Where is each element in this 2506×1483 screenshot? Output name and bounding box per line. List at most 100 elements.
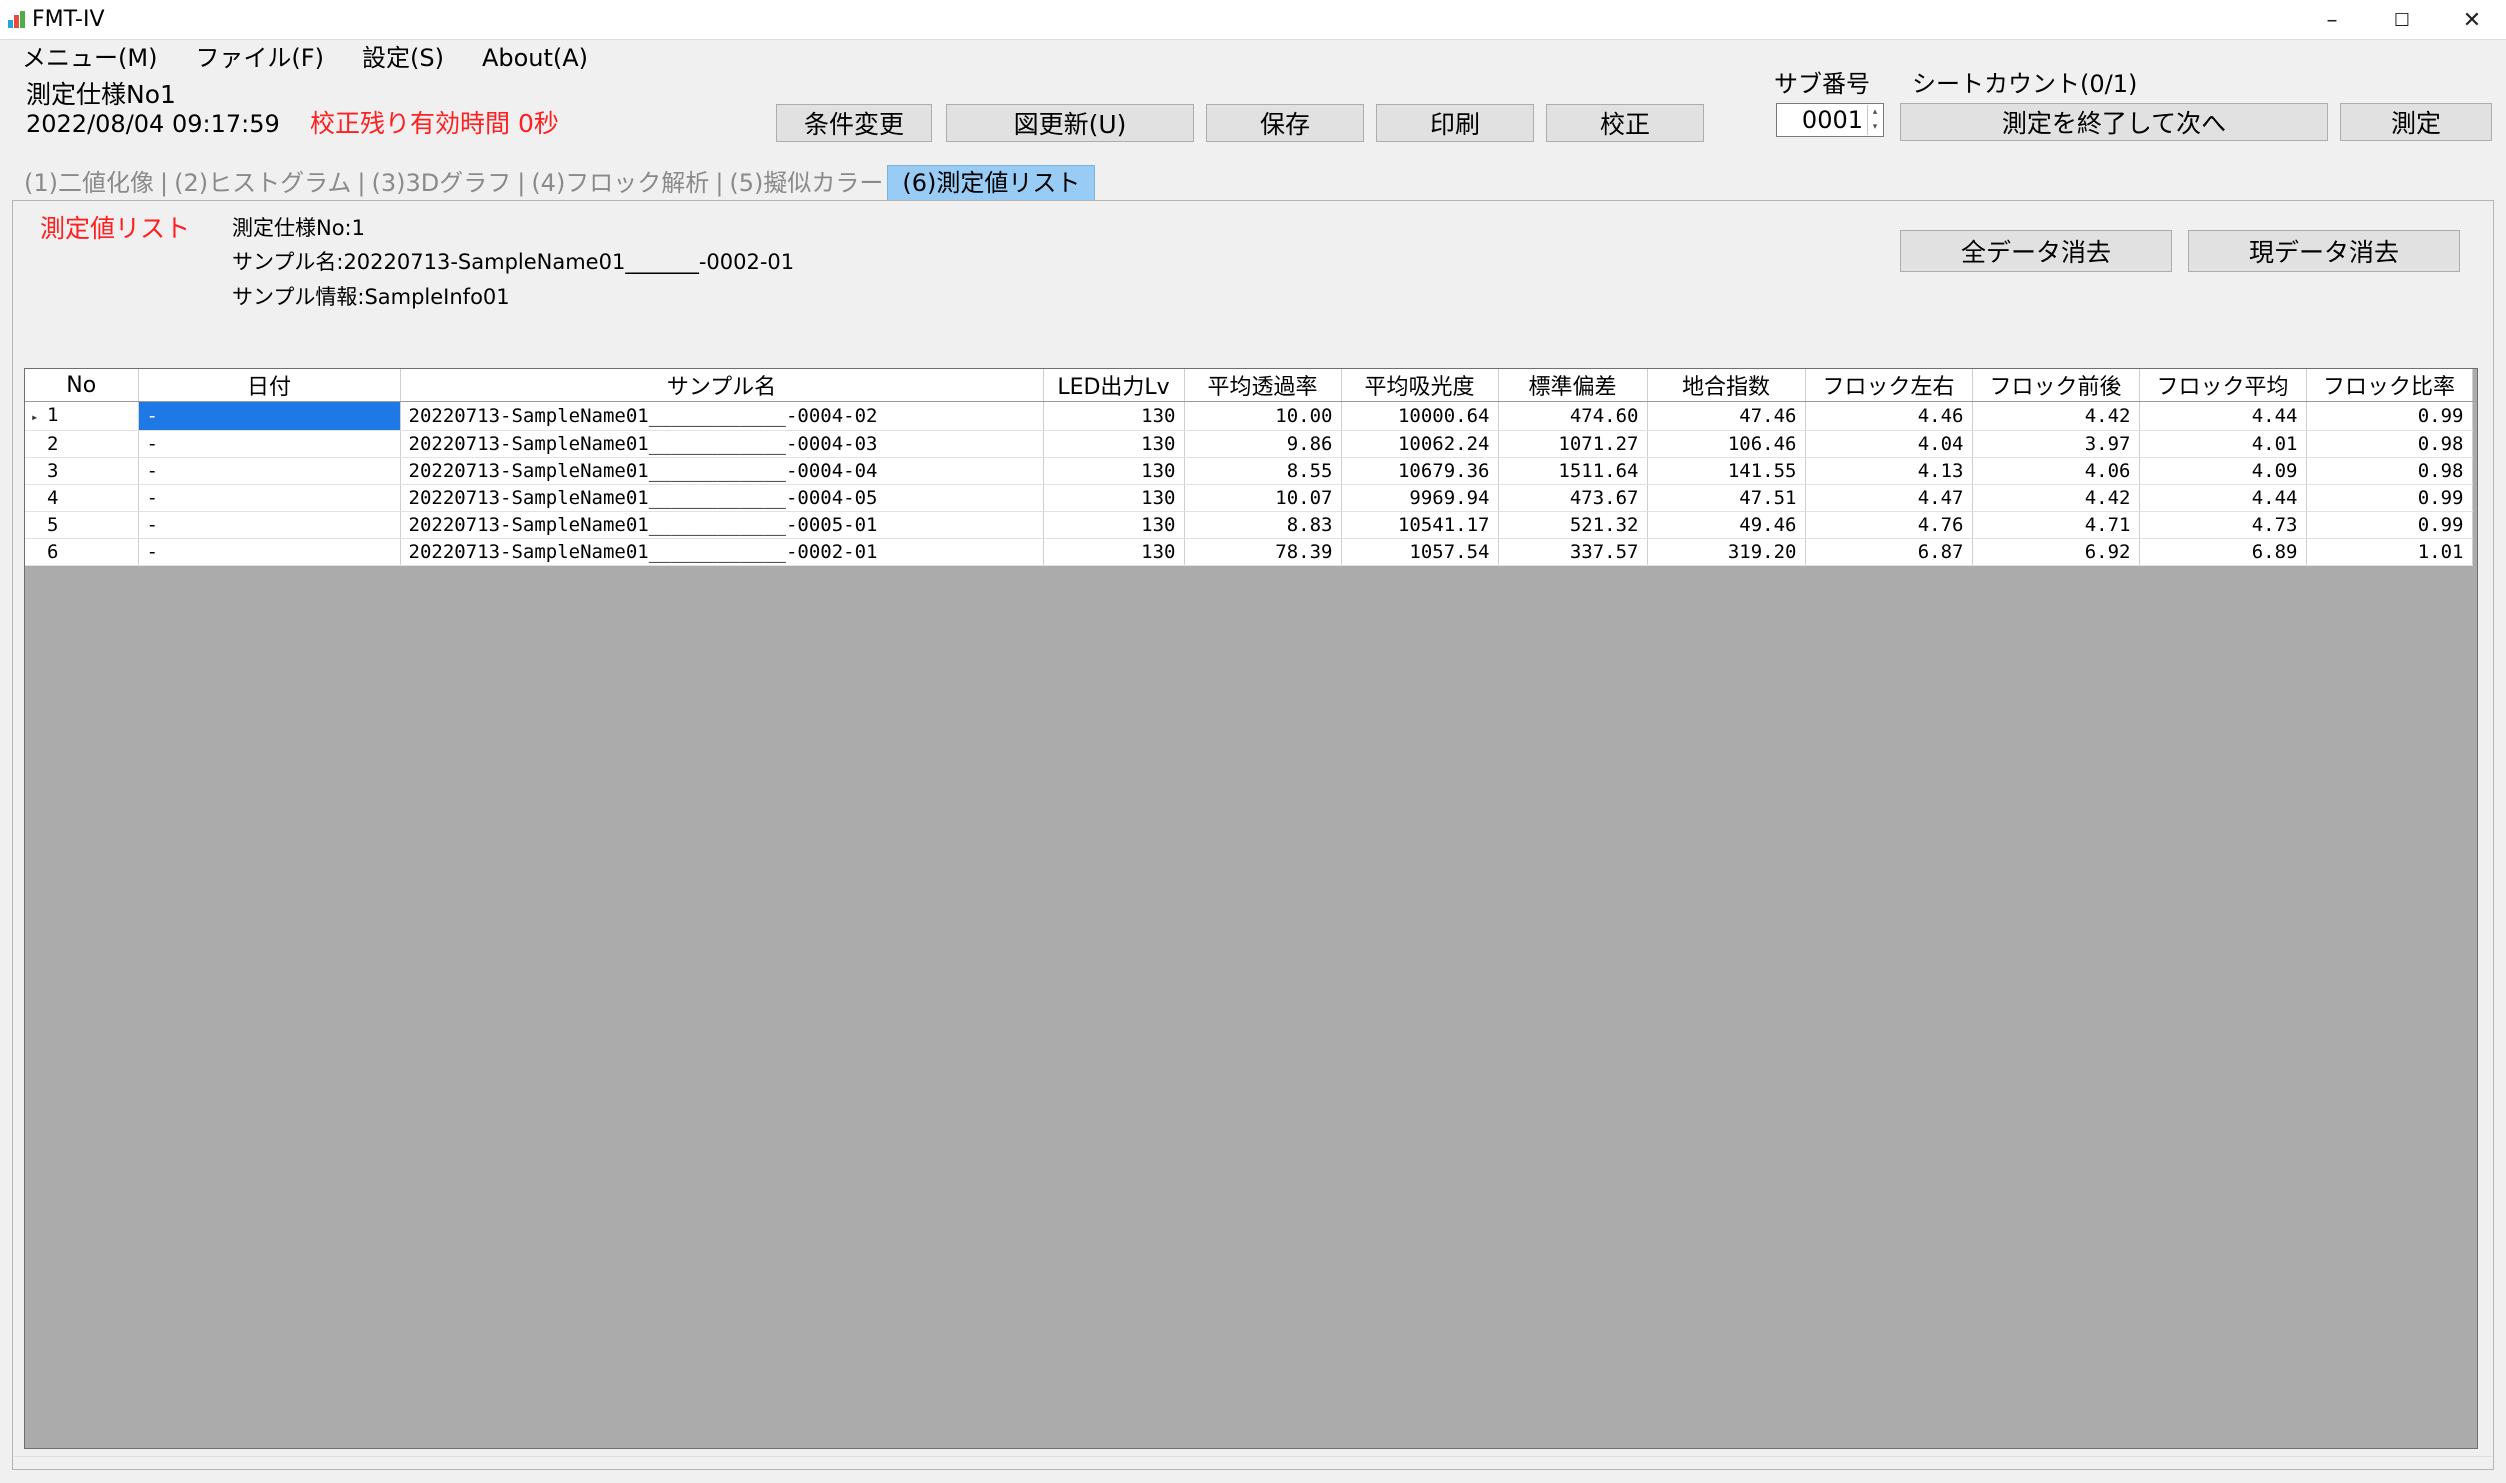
table-cell[interactable]: 20220713-SampleName01____________-0005-0… — [400, 511, 1044, 539]
minimize-icon[interactable]: – — [2298, 0, 2366, 40]
column-header[interactable]: 地合指数 — [1647, 369, 1806, 402]
table-cell[interactable]: 4.47 — [1805, 484, 1973, 512]
table-cell[interactable]: 4 — [25, 484, 139, 512]
maximize-icon[interactable]: ☐ — [2368, 0, 2436, 40]
table-cell[interactable]: 0.99 — [2306, 484, 2473, 512]
table-cell[interactable]: 130 — [1043, 401, 1185, 431]
column-header[interactable]: フロック左右 — [1805, 369, 1973, 402]
table-cell[interactable]: 3 — [25, 457, 139, 485]
table-cell[interactable]: - — [138, 430, 401, 458]
table-cell[interactable]: 10679.36 — [1341, 457, 1499, 485]
spin-arrows-icon[interactable]: ▴ ▾ — [1867, 105, 1882, 135]
table-cell[interactable]: 10062.24 — [1341, 430, 1499, 458]
table-cell[interactable]: 0.98 — [2306, 457, 2473, 485]
table-cell[interactable]: 20220713-SampleName01____________-0004-0… — [400, 430, 1044, 458]
column-header[interactable]: 平均透過率 — [1184, 369, 1342, 402]
table-cell[interactable]: - — [138, 457, 401, 485]
table-cell[interactable]: 4.42 — [1972, 484, 2140, 512]
table-cell[interactable]: 4.13 — [1805, 457, 1973, 485]
tab-measurement-list[interactable]: (6)測定値リスト — [887, 165, 1096, 200]
tab-pseudo-color[interactable]: (5)擬似カラー — [725, 166, 887, 200]
column-header[interactable]: フロック前後 — [1972, 369, 2140, 402]
table-cell[interactable]: - — [138, 511, 401, 539]
table-cell[interactable]: - — [138, 401, 401, 431]
table-cell[interactable]: ▸ 1 — [25, 401, 139, 431]
column-header[interactable]: フロック平均 — [2139, 369, 2307, 402]
update-figure-button[interactable]: 図更新(U) — [946, 104, 1194, 142]
table-cell[interactable]: 4.44 — [2139, 484, 2307, 512]
table-cell[interactable]: 9.86 — [1184, 430, 1342, 458]
table-cell[interactable]: 319.20 — [1647, 538, 1806, 566]
table-cell[interactable]: 106.46 — [1647, 430, 1806, 458]
table-cell[interactable]: 4.06 — [1972, 457, 2140, 485]
table-cell[interactable]: 130 — [1043, 511, 1185, 539]
table-cell[interactable]: 4.09 — [2139, 457, 2307, 485]
tab-3d-graph[interactable]: (3)3Dグラフ — [367, 166, 515, 200]
column-header[interactable]: 標準偏差 — [1498, 369, 1648, 402]
table-cell[interactable]: 4.76 — [1805, 511, 1973, 539]
column-header[interactable]: No — [25, 369, 139, 402]
column-header[interactable]: 日付 — [138, 369, 401, 402]
table-cell[interactable]: 473.67 — [1498, 484, 1648, 512]
table-cell[interactable]: - — [138, 538, 401, 566]
tab-histogram[interactable]: (2)ヒストグラム — [170, 166, 355, 200]
table-cell[interactable]: 1057.54 — [1341, 538, 1499, 566]
column-header[interactable]: フロック比率 — [2306, 369, 2473, 402]
table-cell[interactable]: 47.51 — [1647, 484, 1806, 512]
tab-floc-analysis[interactable]: (4)フロック解析 — [527, 166, 713, 200]
table-cell[interactable]: 4.71 — [1972, 511, 2140, 539]
table-cell[interactable]: 130 — [1043, 430, 1185, 458]
table-row[interactable]: 2 -20220713-SampleName01____________-0004… — [25, 430, 2473, 458]
table-cell[interactable]: 474.60 — [1498, 401, 1648, 431]
table-cell[interactable]: 4.01 — [2139, 430, 2307, 458]
column-header[interactable]: 平均吸光度 — [1341, 369, 1499, 402]
save-button[interactable]: 保存 — [1206, 104, 1364, 142]
table-cell[interactable]: 5 — [25, 511, 139, 539]
table-cell[interactable]: 47.46 — [1647, 401, 1806, 431]
table-cell[interactable]: 4.04 — [1805, 430, 1973, 458]
clear-current-button[interactable]: 現データ消去 — [2188, 230, 2460, 272]
table-cell[interactable]: 20220713-SampleName01____________-0002-0… — [400, 538, 1044, 566]
calibrate-button[interactable]: 校正 — [1546, 104, 1704, 142]
table-cell[interactable]: 130 — [1043, 484, 1185, 512]
menu-item-menu[interactable]: メニュー(M) — [0, 41, 171, 75]
close-icon[interactable]: ✕ — [2438, 0, 2506, 40]
table-cell[interactable]: 521.32 — [1498, 511, 1648, 539]
table-cell[interactable]: 0.99 — [2306, 401, 2473, 431]
change-conditions-button[interactable]: 条件変更 — [776, 104, 932, 142]
table-cell[interactable]: 8.55 — [1184, 457, 1342, 485]
table-cell[interactable]: 4.44 — [2139, 401, 2307, 431]
table-cell[interactable]: 337.57 — [1498, 538, 1648, 566]
table-cell[interactable]: 4.73 — [2139, 511, 2307, 539]
finish-next-button[interactable]: 測定を終了して次へ — [1900, 103, 2328, 141]
table-cell[interactable]: 10541.17 — [1341, 511, 1499, 539]
table-cell[interactable]: 49.46 — [1647, 511, 1806, 539]
clear-all-button[interactable]: 全データ消去 — [1900, 230, 2172, 272]
menu-item-file[interactable]: ファイル(F) — [171, 41, 338, 75]
measure-button[interactable]: 測定 — [2340, 103, 2492, 141]
table-cell[interactable]: 10.07 — [1184, 484, 1342, 512]
data-grid[interactable]: No 日付 サンプル名 LED出力Lv 平均透過率 平均吸光度 標準偏差 地合指数 フロック左右… — [24, 368, 2478, 1449]
table-cell[interactable]: 1.01 — [2306, 538, 2473, 566]
table-cell[interactable]: 3.97 — [1972, 430, 2140, 458]
bottom-scrollbar[interactable] — [14, 1456, 2492, 1466]
table-cell[interactable]: 10000.64 — [1341, 401, 1499, 431]
column-header[interactable]: サンプル名 — [400, 369, 1044, 402]
table-cell[interactable]: 1071.27 — [1498, 430, 1648, 458]
table-row[interactable]: 3 -20220713-SampleName01____________-0004… — [25, 457, 2473, 485]
table-cell[interactable]: 20220713-SampleName01____________-0004-0… — [400, 484, 1044, 512]
table-cell[interactable]: 0.99 — [2306, 511, 2473, 539]
table-row[interactable]: 4 -20220713-SampleName01____________-0004… — [25, 484, 2473, 512]
print-button[interactable]: 印刷 — [1376, 104, 1534, 142]
menu-item-about[interactable]: About(A) — [458, 41, 602, 75]
table-cell[interactable]: 6.89 — [2139, 538, 2307, 566]
table-cell[interactable]: 4.42 — [1972, 401, 2140, 431]
table-cell[interactable]: - — [138, 484, 401, 512]
table-cell[interactable]: 1511.64 — [1498, 457, 1648, 485]
table-cell[interactable]: 6 — [25, 538, 139, 566]
table-cell[interactable]: 130 — [1043, 457, 1185, 485]
table-cell[interactable]: 20220713-SampleName01____________-0004-0… — [400, 401, 1044, 431]
table-row[interactable]: 6 -20220713-SampleName01____________-0002… — [25, 538, 2473, 566]
table-cell[interactable]: 4.46 — [1805, 401, 1973, 431]
table-cell[interactable]: 130 — [1043, 538, 1185, 566]
